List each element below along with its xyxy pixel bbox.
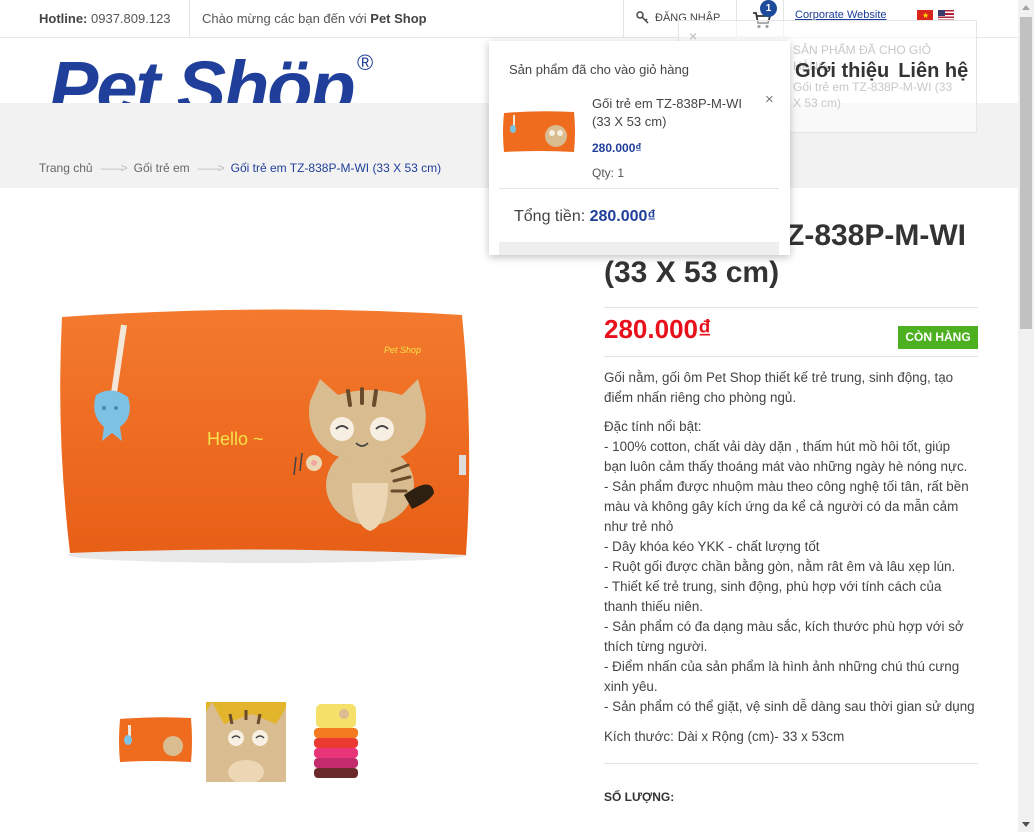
breadcrumb-category[interactable]: Gối trẻ em	[134, 161, 190, 175]
product-thumbnail-3[interactable]	[300, 702, 380, 782]
breadcrumb-current: Gối trẻ em TZ-838P-M-WI (33 X 53 cm)	[230, 161, 442, 175]
breadcrumb: Trang chủ ——> Gối trẻ em ——> Gối trẻ em …	[39, 161, 441, 175]
divider	[604, 763, 978, 764]
cart-item-price: 280.000₫	[592, 141, 642, 155]
cart-item-name[interactable]: Gối trẻ em TZ-838P-M-WI (33 X 53 cm)	[592, 95, 742, 131]
pillow-brand: Pet Shop	[384, 345, 421, 355]
product-size: Kích thước: Dài x Rộng (cm)- 33 x 53cm	[604, 729, 845, 744]
divider	[604, 307, 978, 308]
divider	[623, 0, 624, 38]
registered-mark: ®	[357, 50, 374, 75]
welcome-brand: Pet Shop	[370, 11, 427, 26]
arrow-right-icon: ——>	[100, 161, 128, 175]
divider	[604, 356, 978, 357]
product-description: Gối nằm, gối ôm Pet Shop thiết kế trẻ tr…	[604, 368, 978, 726]
divider	[189, 0, 190, 38]
cart-popup-title: Sản phẩm đã cho vào giỏ hàng	[509, 62, 689, 77]
hotline-label: Hotline:	[39, 11, 88, 26]
divider	[499, 188, 779, 189]
main-nav: Giới thiệu Liên hệ	[795, 60, 968, 83]
welcome-text: Chào mừng các bạn đến với	[202, 11, 367, 26]
cart-count-badge: 1	[760, 0, 777, 17]
hotline-number[interactable]: 0937.809.123	[91, 11, 171, 26]
key-icon	[636, 11, 649, 24]
cart-item-quantity: Qty: 1	[592, 166, 625, 180]
nav-item-about[interactable]: Giới thiệu	[795, 60, 889, 83]
cart-total: Tổng tiền: 280.000₫	[514, 208, 656, 226]
nav-item-contact[interactable]: Liên hệ	[898, 60, 968, 83]
product-title-line2: (33 X 53 cm)	[604, 256, 780, 289]
product-main-image[interactable]: Pet Shop Hello ~	[52, 305, 484, 567]
cart-total-label: Tổng tiền:	[514, 208, 586, 225]
cart-total-value: 280.000₫	[589, 208, 656, 225]
cart-popup-footer	[499, 242, 779, 255]
welcome-message: Chào mừng các bạn đến với Pet Shop	[202, 11, 427, 26]
product-thumbnail-1[interactable]	[115, 702, 195, 782]
description-features: Đặc tính nổi bật: - 100% cotton, chất vả…	[604, 419, 975, 714]
cart-popup: Sản phẩm đã cho vào giỏ hàng × Gối trẻ e…	[489, 41, 790, 255]
product-title-line1: Z-838P-M-WI	[786, 219, 966, 252]
breadcrumb-home[interactable]: Trang chủ	[39, 161, 93, 175]
hotline: Hotline: 0937.809.123	[39, 11, 171, 26]
scroll-up-arrow-icon[interactable]	[1018, 0, 1034, 16]
scrollbar-thumb[interactable]	[1020, 17, 1032, 329]
cart-item-thumbnail[interactable]	[501, 109, 577, 155]
pillow-hello-text: Hello ~	[207, 429, 264, 449]
product-price: 280.000₫	[604, 314, 712, 344]
product-thumbnail-2[interactable]	[206, 702, 286, 782]
arrow-right-icon: ——>	[197, 161, 225, 175]
close-icon[interactable]: ×	[765, 91, 774, 108]
scroll-down-arrow-icon[interactable]	[1018, 816, 1034, 832]
stock-status-badge: CÒN HÀNG	[898, 326, 978, 349]
description-intro: Gối nằm, gối ôm Pet Shop thiết kế trẻ tr…	[604, 370, 954, 405]
quantity-label: SỐ LƯỢNG:	[604, 790, 675, 804]
toast-description: Gối trẻ em TZ-838P-M-WI (33 X 53 cm)	[793, 80, 953, 110]
